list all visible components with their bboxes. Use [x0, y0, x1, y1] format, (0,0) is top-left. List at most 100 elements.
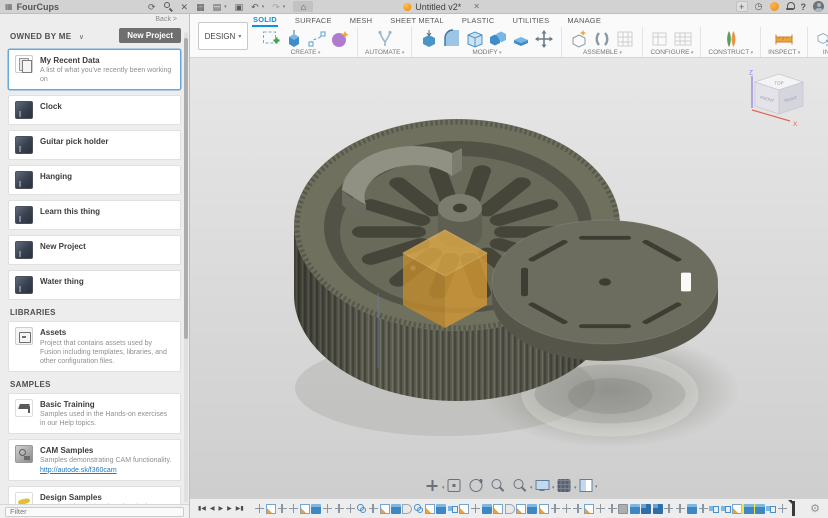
timeline-feature-icon[interactable] [539, 504, 549, 514]
timeline-feature-icon[interactable] [300, 504, 310, 514]
timeline-feature-icon[interactable] [744, 504, 754, 514]
workspace-selector[interactable]: DESIGN [198, 22, 248, 50]
offset-face-icon[interactable] [511, 29, 531, 49]
save-icon[interactable]: ▣ [235, 2, 244, 12]
fillet-icon[interactable] [442, 29, 462, 49]
file-icon[interactable]: ▤ [213, 2, 222, 12]
timeline-feature-icon[interactable] [573, 504, 583, 514]
viewport-3d[interactable]: Z X TOP FRONT RIGHT [190, 58, 828, 498]
automate-group-label[interactable]: AUTOMATE [365, 49, 404, 56]
skip-to-end-icon[interactable]: ▶▮ [236, 505, 244, 513]
timeline-feature-icon[interactable] [630, 504, 640, 514]
redo-icon[interactable]: ↷ [272, 2, 280, 12]
timeline-feature-icon[interactable] [550, 504, 560, 514]
timeline-feature-icon[interactable] [653, 504, 663, 514]
toolbar-tab[interactable]: SOLID [252, 14, 278, 27]
timeline-feature-icon[interactable] [311, 504, 321, 514]
timeline-feature-icon[interactable] [755, 504, 765, 514]
measure-icon[interactable] [774, 29, 794, 49]
toolbar-tab[interactable]: MESH [349, 15, 373, 26]
new-component-icon[interactable] [569, 29, 589, 49]
timeline-feature-icon[interactable] [402, 504, 412, 514]
timeline-feature-icon[interactable] [527, 504, 537, 514]
project-card[interactable]: Clock [8, 95, 181, 125]
home-tab-button[interactable]: ⌂ [293, 1, 313, 12]
timeline-feature-icon[interactable] [334, 504, 344, 514]
document-tab[interactable]: Untitled v2* ✕ [403, 2, 480, 12]
construct-group-label[interactable]: CONSTRUCT [708, 49, 753, 56]
sample-link[interactable]: http://autode.sk/f360cam [40, 466, 174, 475]
create-group-label[interactable]: CREATE [291, 49, 321, 56]
timeline-feature-icon[interactable] [698, 504, 708, 514]
assemble-group-label[interactable]: ASSEMBLE [583, 49, 622, 56]
zoom-window-icon[interactable] [514, 479, 527, 492]
joint-icon[interactable] [592, 29, 612, 49]
timeline-feature-icon[interactable] [459, 504, 469, 514]
project-card[interactable]: New Project [8, 235, 181, 265]
project-card[interactable]: Water thing [8, 270, 181, 300]
timeline-feature-icon[interactable] [493, 504, 503, 514]
timeline-feature-icon[interactable] [766, 504, 776, 514]
timeline-settings-gear-icon[interactable]: ⚙ [810, 503, 820, 515]
timeline-feature-icon[interactable] [675, 504, 685, 514]
new-project-button[interactable]: New Project [119, 28, 181, 43]
view-cube[interactable]: Z X TOP FRONT RIGHT [742, 68, 816, 130]
extrude-icon[interactable] [284, 29, 304, 49]
modify-group-label[interactable]: MODIFY [472, 49, 501, 56]
timeline-feature-icon[interactable] [732, 504, 742, 514]
skip-to-start-icon[interactable]: ▮◀ [198, 505, 206, 513]
library-card[interactable]: Assets Project that contains assets used… [8, 321, 181, 371]
sample-card[interactable]: CAM Samples Samples demonstrating CAM fu… [8, 439, 181, 481]
pan-icon[interactable] [426, 479, 439, 492]
timeline-feature-icon[interactable] [425, 504, 435, 514]
highlighted-slot[interactable] [681, 273, 691, 292]
sample-card[interactable]: Basic Training Samples used in the Hands… [8, 393, 181, 434]
timeline-feature-icon[interactable] [664, 504, 674, 514]
grid-snaps-icon[interactable] [558, 479, 571, 492]
document-tab-close-icon[interactable]: ✕ [473, 2, 480, 11]
timeline-feature-icon[interactable] [414, 504, 424, 514]
construction-plane-icon[interactable] [721, 29, 741, 49]
timeline-feature-icon[interactable] [345, 504, 355, 514]
rigid-group-icon[interactable] [615, 29, 635, 49]
zoom-icon[interactable] [492, 479, 505, 492]
timeline-feature-icon[interactable] [277, 504, 287, 514]
timeline-feature-icon[interactable] [380, 504, 390, 514]
timeline-feature-icon[interactable] [641, 504, 651, 514]
profile-avatar[interactable] [813, 1, 824, 12]
owned-by-me-header[interactable]: OWNED BY ME [10, 32, 71, 41]
toolbar-tab[interactable]: MANAGE [566, 15, 602, 26]
toolbar-tab[interactable]: SHEET METAL [389, 15, 445, 26]
timeline-feature-icon[interactable] [584, 504, 594, 514]
create-sketch-icon[interactable] [261, 29, 281, 49]
timeline-feature-icon[interactable] [687, 504, 697, 514]
spline-icon[interactable] [307, 29, 327, 49]
extensions-icon[interactable] [770, 2, 779, 11]
timeline-feature-icon[interactable] [266, 504, 276, 514]
project-card[interactable]: My Recent Data A list of what you've rec… [8, 49, 181, 90]
timeline-feature-icon[interactable] [357, 504, 367, 514]
display-settings-icon[interactable] [536, 479, 549, 492]
undo-icon[interactable]: ↶ [251, 2, 259, 12]
create-form-icon[interactable] [330, 29, 350, 49]
back-link[interactable]: Back > [12, 16, 177, 23]
filter-input[interactable] [5, 507, 184, 517]
toolbar-tab[interactable]: UTILITIES [512, 15, 551, 26]
move-copy-icon[interactable] [534, 29, 554, 49]
project-card[interactable]: Hanging [8, 165, 181, 195]
project-card[interactable]: Guitar pick holder [8, 130, 181, 160]
timeline-feature-icon[interactable] [368, 504, 378, 514]
timeline-feature-icon[interactable] [721, 504, 731, 514]
insert-group-label[interactable]: INSERT [823, 49, 828, 56]
search-icon[interactable] [164, 2, 173, 11]
viewports-icon[interactable] [580, 479, 593, 492]
close-icon[interactable]: ✕ [181, 2, 189, 12]
slotted-disc-body[interactable] [492, 220, 718, 361]
configure-group-label[interactable]: CONFIGURE [650, 49, 693, 56]
file-caret-icon[interactable]: ▾ [224, 4, 227, 10]
timeline-feature-icon[interactable] [254, 504, 264, 514]
timeline-feature-icon[interactable] [323, 504, 333, 514]
shell-icon[interactable] [465, 29, 485, 49]
toolbar-tab[interactable]: SURFACE [294, 15, 333, 26]
step-back-icon[interactable]: ◀ [210, 505, 215, 513]
